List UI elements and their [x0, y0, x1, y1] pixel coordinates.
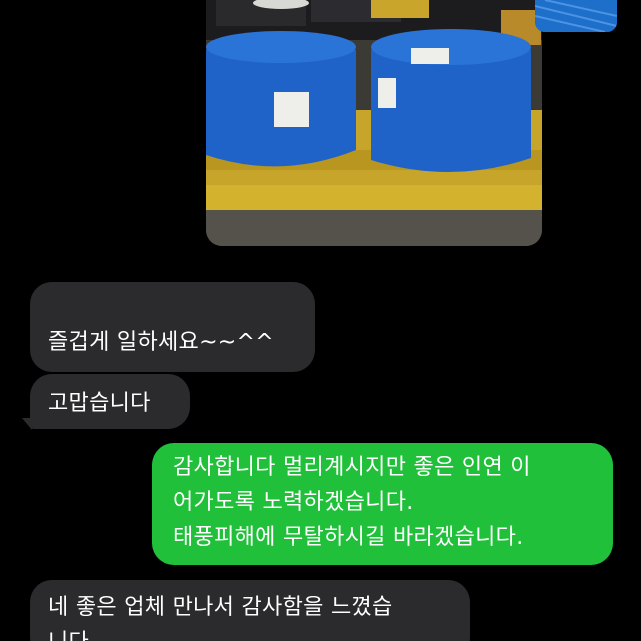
message-bubble-outgoing[interactable]: 감사합니다 멀리계시지만 좋은 인연 이 어가도록 노력하겠습니다. 태풍피해에…: [152, 443, 613, 565]
message-text: 네 좋은 업체 만나서 감사함을 느꼈습 니다: [48, 595, 393, 641]
message-text: 감사합니다 멀리계시지만 좋은 인연 이 어가도록 노력하겠습니다. 태풍피해에…: [173, 455, 531, 550]
message-text: 고맙습니다: [48, 391, 151, 416]
photo-image-2: [535, 0, 617, 32]
message-bubble-incoming[interactable]: 즐겁게 일하세요~~^^: [30, 282, 315, 372]
message-bubble-incoming[interactable]: 고맙습니다: [30, 374, 190, 429]
photo-attachment[interactable]: [206, 0, 542, 246]
bubble-tail: [22, 418, 32, 430]
message-text: 즐겁게 일하세요~~^^: [48, 330, 275, 355]
message-bubble-incoming[interactable]: 네 좋은 업체 만나서 감사함을 느꼈습 니다: [30, 580, 470, 641]
photo-attachment-2[interactable]: [535, 0, 617, 32]
photo-image: [206, 0, 542, 246]
